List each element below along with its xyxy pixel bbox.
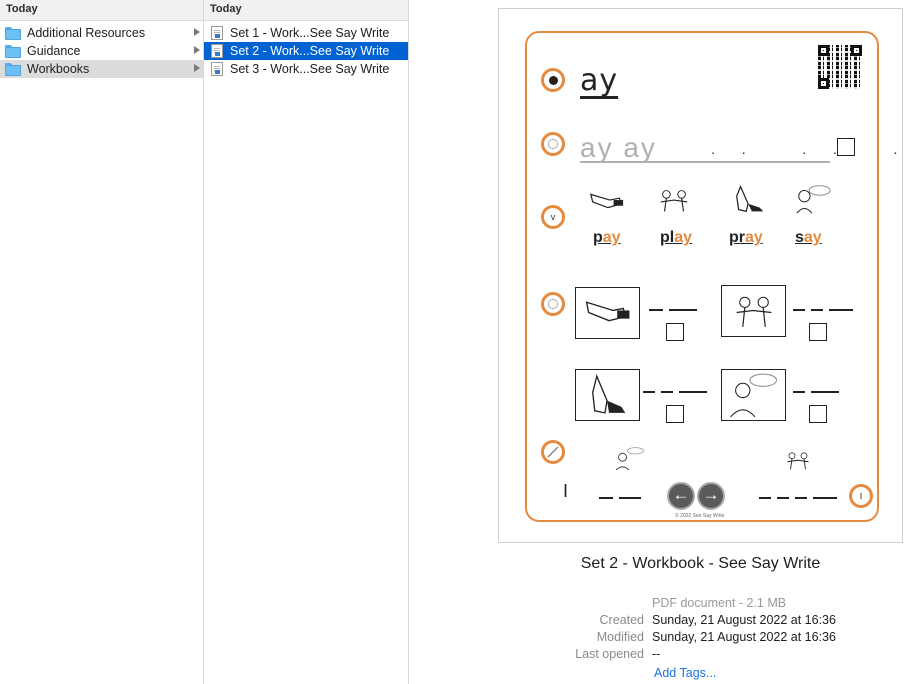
qr-code-icon: [818, 45, 862, 89]
checkbox: [809, 405, 827, 423]
trace-line: ay ay ·· ·· ··: [580, 132, 909, 163]
checkbox: [666, 405, 684, 423]
word-say: say: [795, 229, 822, 246]
letter-dash: [811, 309, 823, 311]
file-label: Set 2 - Work...See Say Write: [230, 44, 390, 58]
word-pray: pray: [729, 229, 763, 246]
play-picture-icon: [655, 185, 693, 217]
letter-dash: [643, 391, 655, 393]
page-nav: ← →: [667, 482, 725, 510]
letter-dash: [811, 391, 839, 393]
info-key: Modified: [596, 630, 644, 644]
letter-dash: [813, 497, 837, 499]
file-label: Set 1 - Work...See Say Write: [230, 26, 390, 40]
file-label: Set 3 - Work...See Say Write: [230, 62, 390, 76]
letter-dash: [599, 497, 613, 499]
info-row-last-opened: Last opened --: [409, 647, 909, 664]
column-header[interactable]: Today: [204, 0, 408, 21]
letter-dash: [649, 309, 663, 311]
picture-icon: [541, 292, 565, 316]
picture-frame: [575, 369, 640, 421]
trace-icon: [541, 132, 565, 156]
folder-row-guidance[interactable]: Guidance: [0, 42, 203, 60]
folder-icon: [5, 44, 21, 58]
info-value: Sunday, 21 August 2022 at 16:36: [652, 613, 836, 627]
folder-icon: [5, 26, 21, 40]
file-row-set-3[interactable]: Set 3 - Work...See Say Write: [204, 60, 408, 78]
folder-row-workbooks[interactable]: Workbooks: [0, 60, 203, 78]
letter-dash: [759, 497, 771, 499]
finder-window: Today Additional Resources Guidance Work…: [0, 0, 909, 684]
pdf-document-icon: [211, 62, 223, 76]
word-pay: pay: [593, 229, 621, 246]
letter-dash: [669, 309, 697, 311]
file-row-set-1[interactable]: Set 1 - Work...See Say Write: [204, 24, 408, 42]
file-row-set-2[interactable]: Set 2 - Work...See Say Write: [204, 42, 408, 60]
add-tags-link[interactable]: Add Tags...: [654, 666, 716, 680]
play-picture-icon: [783, 449, 813, 473]
folder-label: Additional Resources: [27, 26, 146, 40]
pay-picture-icon: [587, 185, 625, 217]
info-key: Last opened: [575, 647, 644, 661]
folder-row-additional-resources[interactable]: Additional Resources: [0, 24, 203, 42]
disclosure-arrow-icon: [194, 46, 200, 54]
info-row-created: Created Sunday, 21 August 2022 at 16:36: [409, 613, 909, 630]
checkbox: [809, 323, 827, 341]
file-kind: PDF document - 2.1 MB: [652, 596, 787, 610]
worksheet-border: v ay ay ay ·· ·· ··: [525, 31, 909, 522]
sound-icon: [541, 68, 565, 92]
copyright-text: © 2022 See Say Write: [675, 513, 725, 519]
info-value: Sunday, 21 August 2022 at 16:36: [652, 630, 836, 644]
column-files[interactable]: Today Set 1 - Work...See Say Write Set 2…: [204, 0, 409, 684]
letter-dash: [679, 391, 707, 393]
write-icon: [541, 440, 565, 464]
disclosure-arrow-icon: [194, 64, 200, 72]
picture-frame: [721, 369, 786, 421]
info-value: --: [652, 647, 661, 661]
preview-pane: v ay ay ay ·· ·· ··: [409, 0, 909, 684]
letter-dash: [777, 497, 789, 499]
arrow-right-icon[interactable]: →: [697, 482, 725, 510]
picture-frame: [575, 287, 640, 339]
folder-label: Guidance: [27, 44, 81, 58]
pdf-document-icon: [211, 26, 223, 40]
vowel-icon: v: [541, 205, 565, 229]
checkbox: [666, 323, 684, 341]
picture-frame: [721, 285, 786, 337]
disclosure-arrow-icon: [194, 28, 200, 36]
checkbox: [837, 138, 855, 156]
folder-icon: [5, 62, 21, 76]
column-header[interactable]: Today: [0, 0, 203, 21]
letter-dash: [793, 391, 805, 393]
letter-dash: [661, 391, 673, 393]
trace-text: ay ay: [580, 132, 657, 163]
letter-dash: [795, 497, 807, 499]
pray-picture-icon: [731, 183, 769, 215]
word-play: play: [660, 229, 693, 246]
info-key: Created: [599, 613, 644, 627]
letter-dash: [793, 309, 805, 311]
kind-row: PDF document - 2.1 MB: [409, 596, 909, 613]
document-thumbnail[interactable]: v ay ay ay ·· ·· ··: [498, 8, 909, 543]
preview-title: Set 2 - Workbook - See Say Write: [580, 555, 821, 572]
info-row-modified: Modified Sunday, 21 August 2022 at 16:36: [409, 630, 909, 647]
heading-word: ay: [580, 63, 619, 98]
arrow-left-icon[interactable]: ←: [667, 482, 695, 510]
letter-dash: [829, 309, 853, 311]
say-picture-icon: [793, 183, 831, 215]
column-folders[interactable]: Today Additional Resources Guidance Work…: [0, 0, 204, 684]
pdf-document-icon: [211, 44, 223, 58]
folder-label: Workbooks: [27, 62, 90, 76]
text-cursor-icon: I: [563, 481, 569, 501]
letter-dash: [619, 497, 641, 499]
say-picture-icon: [613, 445, 645, 471]
file-info: PDF document - 2.1 MB Created Sunday, 21…: [409, 596, 909, 664]
page-marker-icon: [849, 484, 873, 508]
